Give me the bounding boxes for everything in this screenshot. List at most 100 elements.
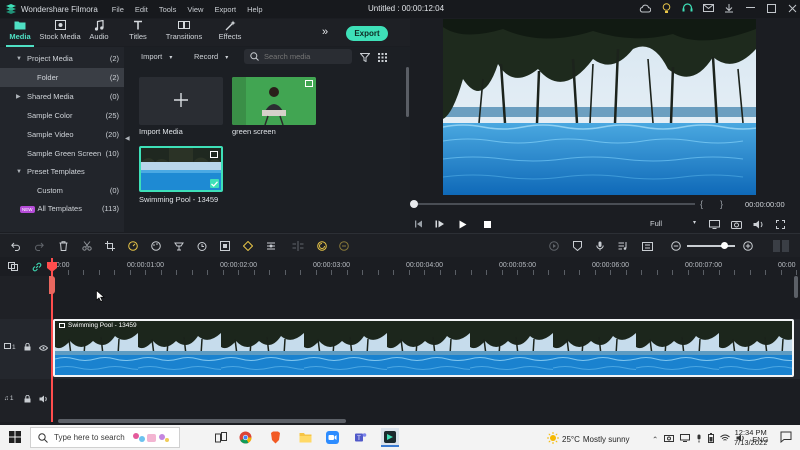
timeline-horizontal-scrollbar[interactable] (58, 419, 346, 423)
playhead-marker[interactable] (49, 276, 55, 294)
brave-browser-icon[interactable] (268, 430, 282, 444)
sidebar-item-shared-media[interactable]: ▶ Shared Media (0) (0, 87, 124, 106)
search-box[interactable] (244, 49, 352, 64)
split-screen-icon[interactable] (292, 240, 304, 252)
file-explorer-icon[interactable] (298, 430, 312, 444)
filmora-taskbar-icon[interactable] (381, 428, 399, 447)
crop-icon[interactable] (104, 240, 116, 252)
taskbar-clock[interactable]: 12:34 PM 7/13/2022 (734, 428, 767, 448)
maximize-icon[interactable] (765, 2, 777, 14)
zoom-app-icon[interactable] (325, 430, 339, 444)
eye-icon[interactable] (38, 344, 49, 353)
undo-icon[interactable] (10, 240, 22, 252)
search-input[interactable] (264, 52, 344, 61)
sidebar-item-all-templates[interactable]: NEW All Templates (113) (0, 199, 124, 218)
close-icon[interactable] (786, 2, 798, 14)
speaker-icon[interactable] (39, 395, 48, 405)
scissors-icon[interactable] (81, 240, 93, 252)
preview-quality-dropdown[interactable]: Full ▾ (650, 219, 696, 228)
marker-icon[interactable] (571, 240, 583, 252)
lock-icon[interactable] (24, 394, 31, 405)
speed-icon[interactable] (127, 240, 139, 252)
preview-scrubber[interactable] (412, 203, 695, 205)
video-clip[interactable]: Swimming Pool - 13459 (53, 319, 794, 377)
sidebar-item-sample-green-screen[interactable]: Sample Green Screen (10) (0, 144, 124, 163)
import-dropdown[interactable]: Import ▾ (141, 52, 172, 61)
tab-effects[interactable]: Effects (210, 19, 250, 41)
camera-icon[interactable] (664, 434, 675, 444)
duration-icon[interactable] (196, 240, 208, 252)
zoom-out-icon[interactable] (670, 240, 682, 252)
tab-titles[interactable]: Titles (118, 19, 158, 41)
tab-media[interactable]: Media (2, 19, 38, 41)
sidebar-item-custom[interactable]: Custom (0) (0, 181, 124, 200)
fit-icon[interactable] (219, 240, 231, 252)
wifi-icon[interactable] (720, 434, 731, 444)
tab-stock-media[interactable]: Stock Media (39, 19, 81, 41)
sidebar-item-project-media[interactable]: ▼ Project Media (2) (0, 49, 124, 68)
timeline-vertical-scrollbar[interactable] (794, 276, 798, 298)
mark-out-icon[interactable]: } (720, 199, 723, 209)
play-icon[interactable] (457, 218, 469, 230)
cloud-icon[interactable] (639, 2, 651, 14)
expand-panel-icon[interactable]: » (322, 26, 328, 38)
lock-icon[interactable] (24, 342, 31, 353)
color-palette-icon[interactable] (150, 240, 162, 252)
headset-icon[interactable] (681, 2, 693, 14)
tab-audio[interactable]: Audio (82, 19, 116, 41)
teams-icon[interactable]: T (353, 430, 367, 444)
download-icon[interactable] (723, 2, 735, 14)
chevron-up-icon[interactable]: ⌃ (652, 435, 658, 444)
taskbar-search[interactable]: Type here to search (30, 427, 180, 448)
sidebar-item-folder[interactable]: Folder (2) (0, 68, 124, 87)
keyframe-icon[interactable] (242, 240, 254, 252)
minimize-icon[interactable] (744, 2, 756, 14)
menu-edit[interactable]: Edit (135, 5, 148, 14)
layout-toggle-icon[interactable] (772, 240, 790, 252)
snapshot-camera-icon[interactable] (730, 218, 742, 230)
weather-widget[interactable]: 25°C Mostly sunny (547, 432, 630, 446)
battery-icon[interactable] (708, 433, 715, 445)
voiceover-list-icon[interactable] (617, 240, 629, 252)
delete-icon[interactable] (57, 240, 69, 252)
microphone-icon[interactable] (594, 240, 606, 252)
play-reverse-icon[interactable] (434, 218, 446, 230)
audio-stretch-icon[interactable] (338, 240, 350, 252)
swimming-pool-thumbnail[interactable] (139, 146, 223, 192)
mark-in-icon[interactable]: { (700, 199, 703, 209)
grid-view-icon[interactable] (378, 53, 387, 64)
timeline-ruler[interactable]: 00:00 00:00:01:00 00:00:02:00 00:00:03:0… (0, 258, 800, 276)
render-preview-icon[interactable] (548, 240, 560, 252)
menu-view[interactable]: View (187, 5, 203, 14)
zoom-slider-handle[interactable] (721, 242, 728, 249)
filter-icon[interactable] (359, 53, 371, 64)
task-view-icon[interactable] (214, 430, 228, 444)
snapshot-frame-icon[interactable] (641, 240, 653, 252)
green-screen-icon[interactable] (265, 240, 277, 252)
mail-icon[interactable] (702, 2, 714, 14)
menu-tools[interactable]: Tools (159, 5, 177, 14)
export-button[interactable]: Export (346, 26, 388, 41)
previous-frame-icon[interactable] (412, 218, 424, 230)
add-track-icon[interactable] (8, 262, 18, 273)
media-scrollbar[interactable] (406, 67, 409, 117)
green-screen-thumbnail[interactable] (232, 77, 316, 125)
record-dropdown[interactable]: Record ▾ (194, 52, 228, 61)
microphone-tray-icon[interactable] (696, 434, 702, 445)
redo-icon[interactable] (33, 240, 45, 252)
lightbulb-icon[interactable] (660, 2, 672, 14)
menu-export[interactable]: Export (214, 5, 236, 14)
display-icon[interactable] (708, 218, 720, 230)
auto-reframe-icon[interactable] (316, 240, 328, 252)
tab-transitions[interactable]: Transitions (160, 19, 208, 41)
notification-icon[interactable] (780, 431, 792, 445)
sidebar-item-sample-color[interactable]: Sample Color (25) (0, 106, 124, 125)
volume-icon[interactable] (752, 218, 764, 230)
windows-start-icon[interactable] (9, 431, 21, 445)
scrubber-handle[interactable] (410, 200, 418, 208)
link-icon[interactable] (32, 262, 42, 274)
fullscreen-icon[interactable] (774, 218, 786, 230)
zoom-in-icon[interactable] (742, 240, 754, 252)
audio-mixer-icon[interactable] (173, 240, 185, 252)
stop-icon[interactable] (481, 218, 493, 230)
